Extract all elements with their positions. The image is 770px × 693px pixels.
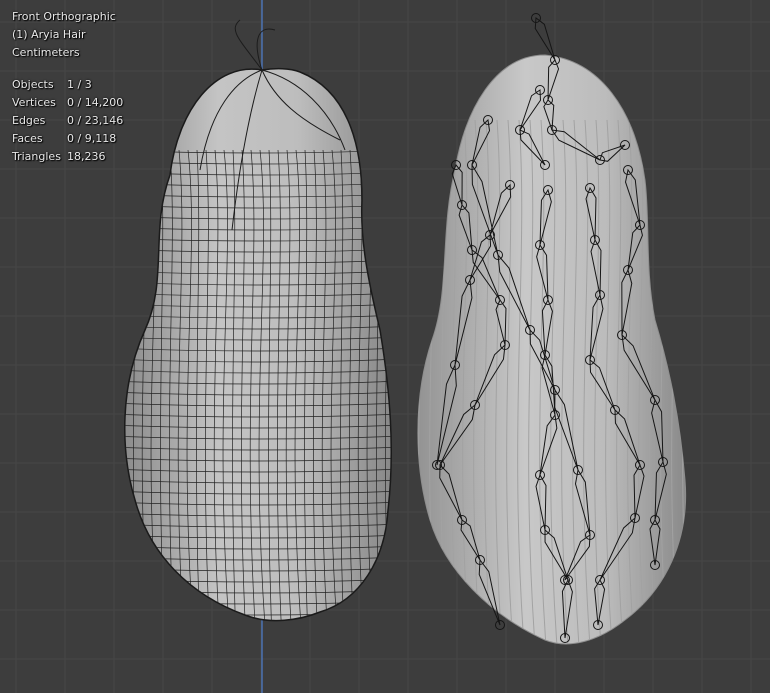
stat-label: Triangles xyxy=(12,150,61,163)
stat-value: 18,236 xyxy=(67,150,106,163)
stat-value: 0 / 9,118 xyxy=(67,132,117,145)
viewport-overlay-text: Front Orthographic (1) Aryia Hair Centim… xyxy=(12,8,123,166)
3d-viewport[interactable]: Front Orthographic (1) Aryia Hair Centim… xyxy=(0,0,770,693)
units-label: Centimeters xyxy=(12,46,80,59)
stat-row-vertices: Vertices 0 / 14,200 xyxy=(12,94,123,112)
view-name: Front Orthographic xyxy=(12,10,116,23)
stat-value: 1 / 3 xyxy=(67,78,92,91)
stat-value: 0 / 23,146 xyxy=(67,114,124,127)
stat-row-triangles: Triangles 18,236 xyxy=(12,148,123,166)
object-label: (1) Aryia Hair xyxy=(12,28,86,41)
stat-label: Vertices xyxy=(12,96,56,109)
stat-row-objects: Objects 1 / 3 xyxy=(12,76,123,94)
scene-statistics: Objects 1 / 3 Vertices 0 / 14,200 Edges 0 /… xyxy=(12,76,123,166)
stat-row-faces: Faces 0 / 9,118 xyxy=(12,130,123,148)
stat-label: Edges xyxy=(12,114,46,127)
stat-label: Objects xyxy=(12,78,54,91)
stat-row-edges: Edges 0 / 23,146 xyxy=(12,112,123,130)
stat-value: 0 / 14,200 xyxy=(67,96,124,109)
stat-label: Faces xyxy=(12,132,43,145)
